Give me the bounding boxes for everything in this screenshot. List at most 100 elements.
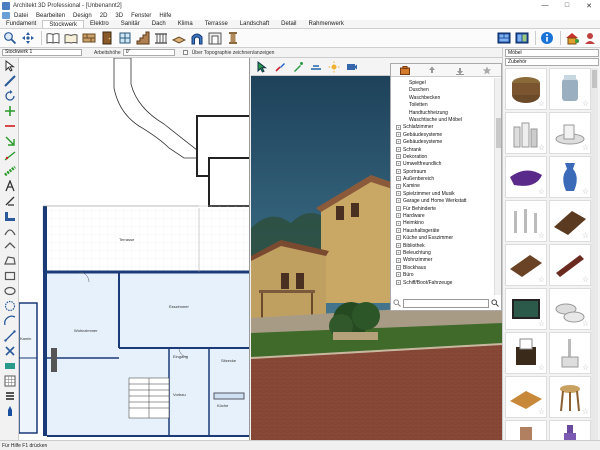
tab-elektro[interactable]: Elektro	[84, 20, 115, 28]
object-list-scroll-thumb[interactable]	[592, 70, 597, 88]
ellipse-icon[interactable]	[2, 284, 17, 297]
tree-item[interactable]: Waschbecken	[391, 95, 495, 102]
user-icon[interactable]	[582, 30, 598, 46]
expand-icon[interactable]: +	[396, 227, 401, 233]
menu-help[interactable]: Hilfe	[155, 13, 175, 19]
object-thumbnail[interactable]: ☆	[549, 244, 591, 286]
expand-icon[interactable]: +	[396, 213, 401, 219]
view-split-icon[interactable]	[514, 30, 530, 46]
expand-icon[interactable]: +	[396, 272, 401, 278]
favorite-star-icon[interactable]: ☆	[538, 364, 545, 372]
tree-item[interactable]: Toiletten	[391, 102, 495, 109]
object-thumbnail[interactable]: ☆	[505, 68, 547, 110]
tab-klima[interactable]: Klima	[172, 20, 199, 28]
favorite-star-icon[interactable]: ☆	[582, 232, 589, 240]
tree-item[interactable]: + Haushaltsgeräte	[391, 228, 495, 235]
measure-icon[interactable]	[2, 329, 17, 342]
layers-icon[interactable]	[2, 389, 17, 402]
tree-item[interactable]: + Hardware	[391, 213, 495, 220]
walk-icon[interactable]	[308, 60, 324, 74]
height-input[interactable]: 0''	[122, 49, 175, 56]
expand-icon[interactable]: +	[396, 146, 401, 152]
favorite-star-icon[interactable]: ☆	[538, 232, 545, 240]
tree-item[interactable]: + Büro	[391, 272, 495, 279]
expand-icon[interactable]: +	[396, 191, 401, 197]
column-icon[interactable]	[225, 30, 241, 46]
favorite-star-icon[interactable]: ☆	[582, 320, 589, 328]
object-thumbnail[interactable]: ☆	[505, 332, 547, 374]
catalog-tab-download[interactable]	[446, 64, 474, 76]
expand-icon[interactable]: +	[396, 168, 401, 174]
tab-stockwerk[interactable]: Stockwerk	[42, 20, 85, 28]
tab-dach[interactable]: Dach	[146, 20, 172, 28]
favorite-star-icon[interactable]: ☆	[538, 100, 545, 108]
tree-item[interactable]: + Spielzimmer und Musik	[391, 191, 495, 198]
catalog-tree-scroll-thumb[interactable]	[496, 118, 501, 148]
select-3d-icon[interactable]	[254, 60, 270, 74]
circle-dashed-icon[interactable]	[2, 299, 17, 312]
house-icon[interactable]	[564, 30, 580, 46]
expand-icon[interactable]: +	[396, 220, 401, 226]
minimize-button[interactable]: —	[534, 0, 556, 11]
view-2d-icon[interactable]	[496, 30, 512, 46]
tree-item[interactable]: Duschen	[391, 87, 495, 94]
favorite-star-icon[interactable]: ☆	[538, 276, 545, 284]
menu-design[interactable]: Design	[69, 13, 96, 19]
favorite-star-icon[interactable]: ☆	[538, 408, 545, 416]
wall-draw-icon[interactable]	[2, 74, 17, 87]
tree-item[interactable]: + Wohnzimmer	[391, 257, 495, 264]
text-angle-icon[interactable]	[2, 194, 17, 207]
book-open-icon[interactable]	[63, 30, 79, 46]
paint-icon[interactable]	[272, 60, 288, 74]
expand-icon[interactable]: +	[396, 131, 401, 137]
object-thumbnail[interactable]: ☆	[505, 112, 547, 154]
expand-icon[interactable]: +	[396, 124, 401, 130]
subcategory-select[interactable]: Zubehör	[505, 58, 599, 66]
tree-item[interactable]: + Gebäudesysteme	[391, 139, 495, 146]
stairs-icon[interactable]	[135, 30, 151, 46]
floor-plan-view[interactable]: Terrasse Esszimmer Wohnzimmer Eingang Si…	[19, 58, 250, 440]
object-thumbnail[interactable]: ☆	[505, 200, 547, 242]
select-arrow-icon[interactable]	[2, 59, 17, 72]
menu-3d[interactable]: 3D	[111, 13, 127, 19]
tree-item[interactable]: + Dekoration	[391, 154, 495, 161]
tree-item[interactable]: Waschtische und Möbel	[391, 117, 495, 124]
add-point-icon[interactable]	[2, 104, 17, 117]
tree-item[interactable]: + Heimkino	[391, 220, 495, 227]
shape-icon[interactable]	[2, 239, 17, 252]
object-thumbnail[interactable]: ☆	[549, 332, 591, 374]
favorite-star-icon[interactable]: ☆	[582, 100, 589, 108]
tab-fundament[interactable]: Fundament	[0, 20, 42, 28]
menu-file[interactable]: Datei	[10, 13, 32, 19]
level-select[interactable]: Stockwerk 1	[2, 49, 82, 56]
curve-icon[interactable]	[2, 224, 17, 237]
tab-detail[interactable]: Detail	[275, 20, 302, 28]
tree-item[interactable]: + Bibliothek	[391, 243, 495, 250]
tree-item[interactable]: Handtuchheizung	[391, 110, 495, 117]
object-thumbnail[interactable]: ☆	[505, 244, 547, 286]
expand-icon[interactable]: +	[396, 242, 401, 248]
opening-icon[interactable]	[207, 30, 223, 46]
object-thumbnail[interactable]: ☆	[549, 420, 591, 440]
grid-icon[interactable]	[2, 374, 17, 387]
expand-icon[interactable]: +	[396, 176, 401, 182]
catalog-tree-scrollbar[interactable]	[494, 78, 501, 295]
object-thumbnail[interactable]: ☆	[549, 200, 591, 242]
railing-icon[interactable]	[153, 30, 169, 46]
favorite-star-icon[interactable]: ☆	[582, 364, 589, 372]
menu-window[interactable]: Fenster	[127, 13, 155, 19]
tab-sanitaer[interactable]: Sanitär	[115, 20, 146, 28]
catalog-search-input[interactable]	[403, 298, 489, 308]
tree-item[interactable]: + Schlafzimmer	[391, 124, 495, 131]
expand-icon[interactable]: +	[396, 198, 401, 204]
rotate-icon[interactable]	[2, 89, 17, 102]
catalog-tab-library[interactable]	[391, 64, 419, 76]
tab-landschaft[interactable]: Landschaft	[234, 20, 275, 28]
tree-item[interactable]: + Sportraum	[391, 169, 495, 176]
magnify-icon[interactable]	[2, 30, 18, 46]
tab-rahmenwerk[interactable]: Rahmenwerk	[303, 20, 350, 28]
object-thumbnail[interactable]: ☆	[505, 376, 547, 418]
tree-item[interactable]: + Schrank	[391, 147, 495, 154]
info-icon[interactable]	[539, 30, 555, 46]
tree-item[interactable]: + Beleuchtung	[391, 250, 495, 257]
